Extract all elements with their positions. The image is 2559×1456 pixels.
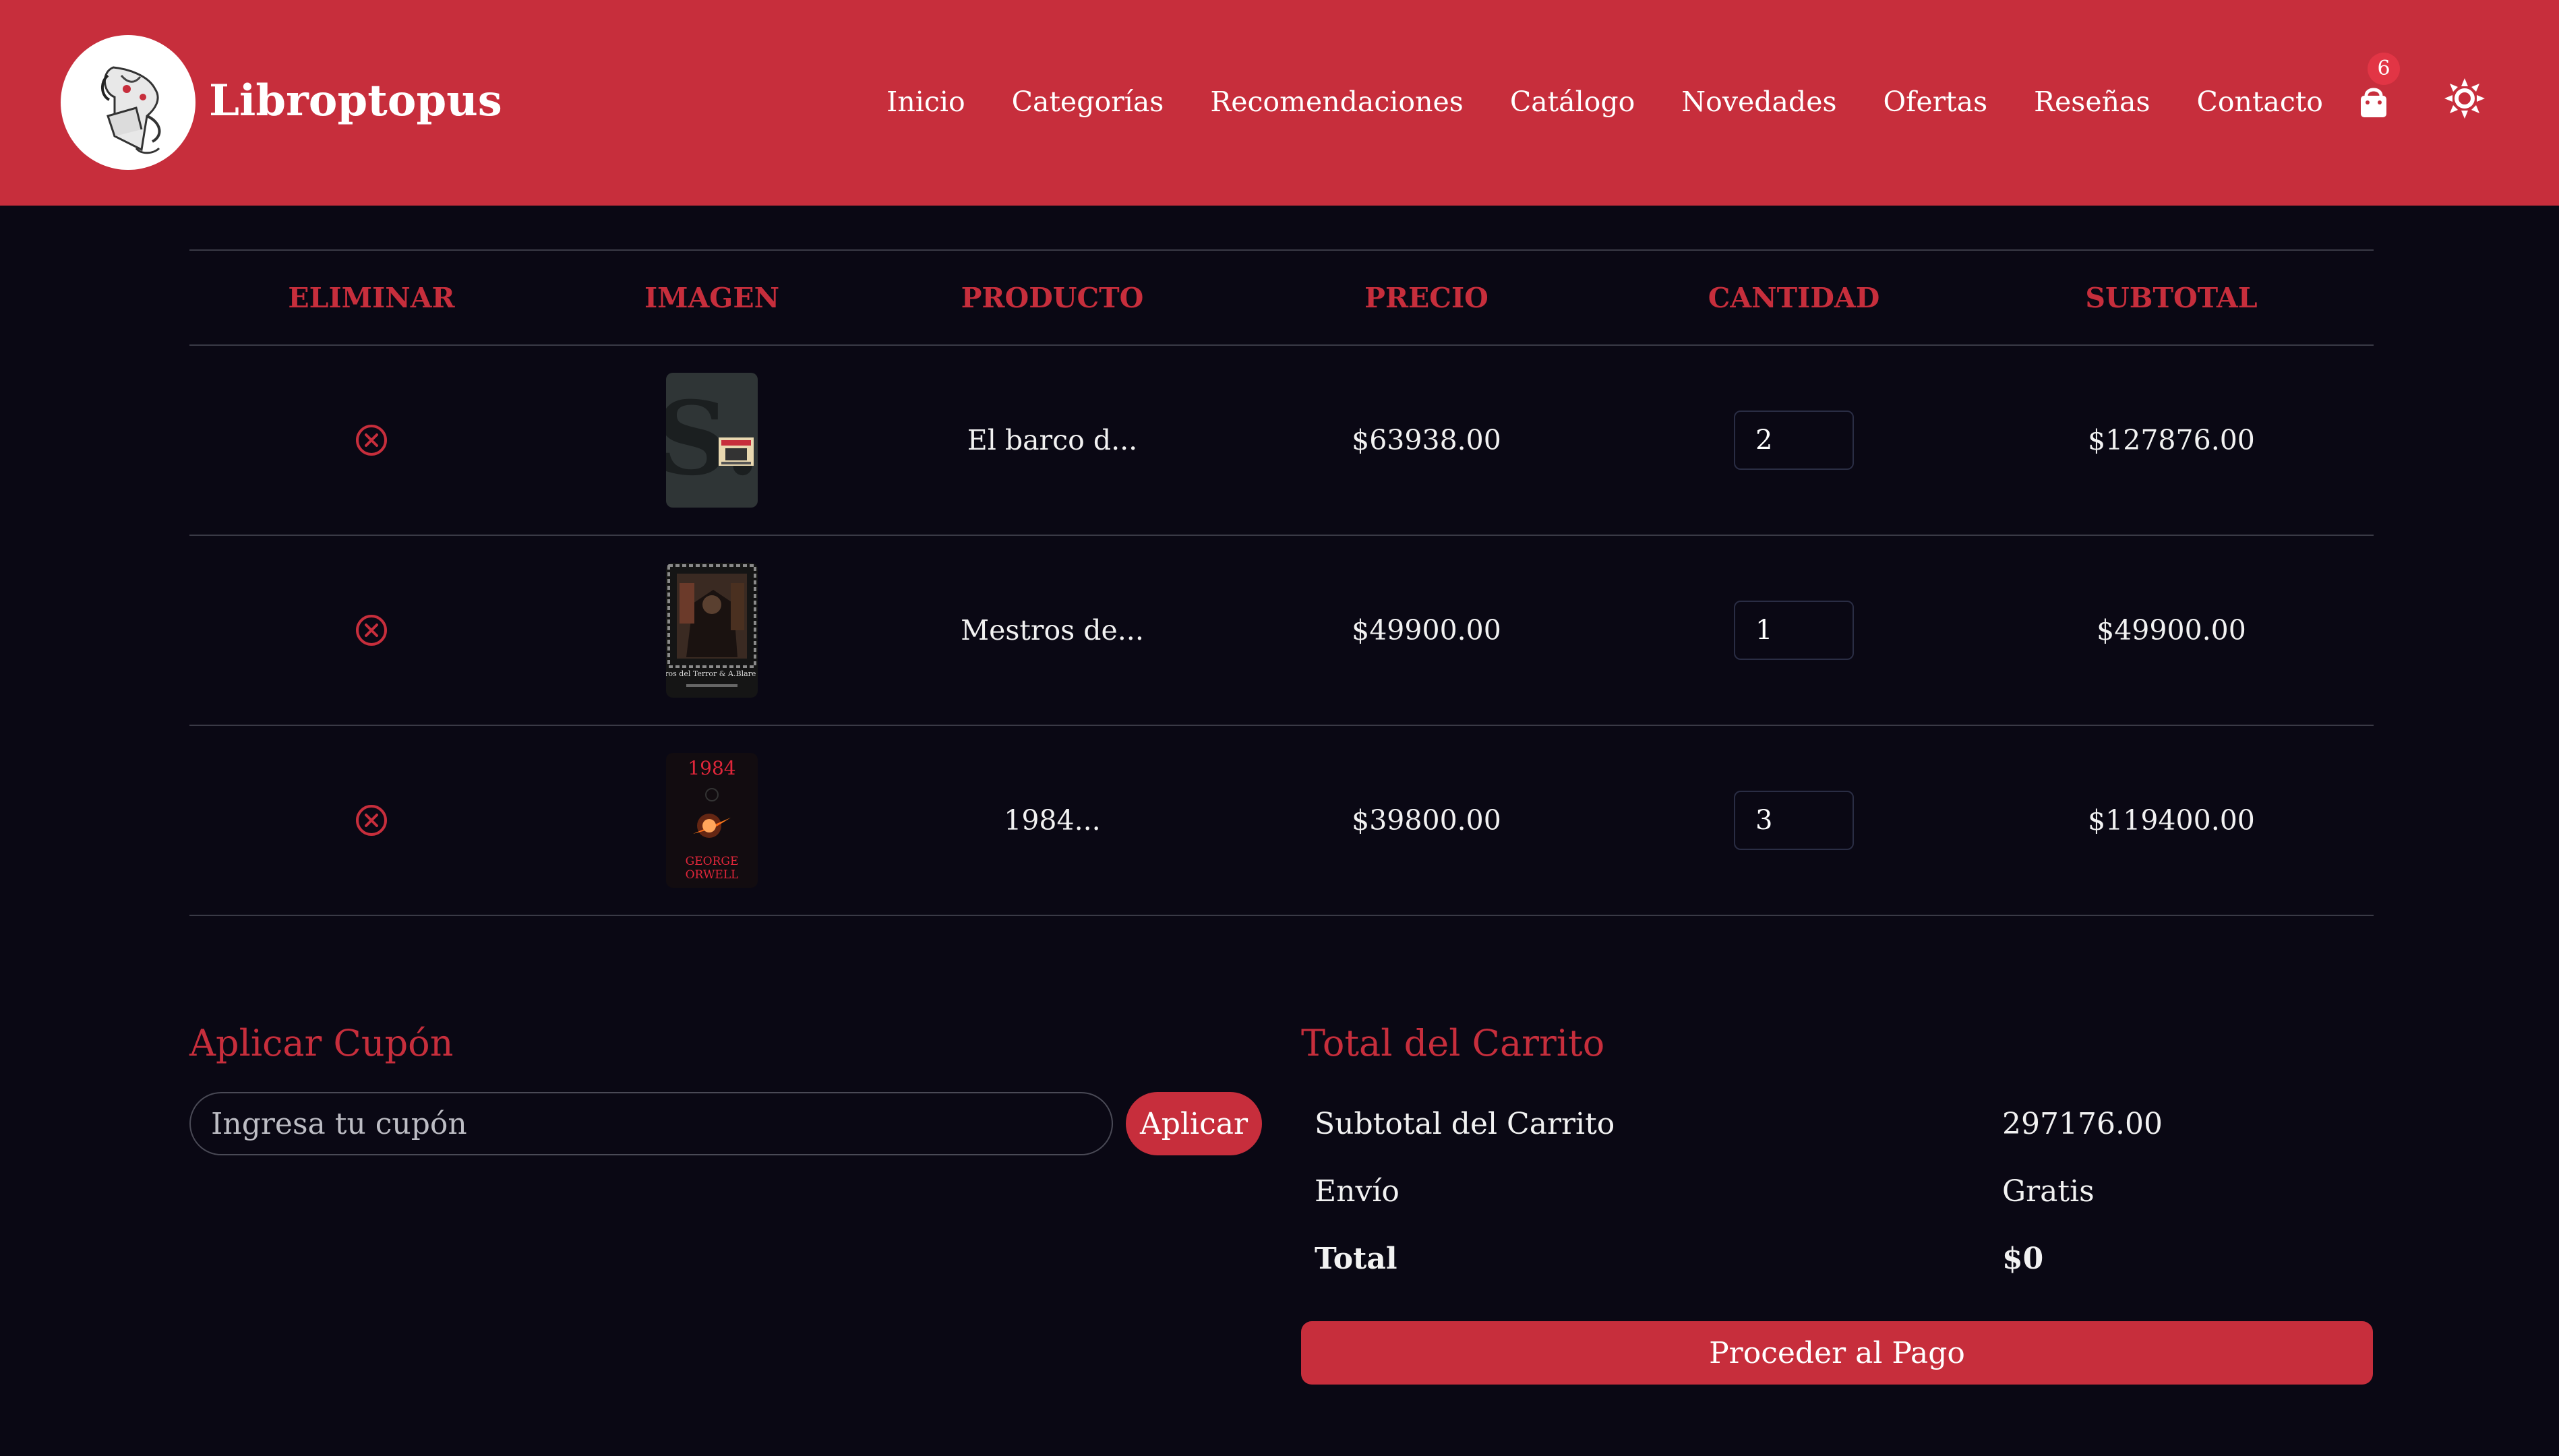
header-subtotal: SUBTOTAL <box>2085 281 2258 314</box>
product-price: $49900.00 <box>1352 614 1501 646</box>
row-subtotal: $119400.00 <box>2088 804 2255 837</box>
coupon-title: Aplicar Cupón <box>189 1022 454 1064</box>
nav-catalogo[interactable]: Catálogo <box>1510 81 1635 123</box>
nav-inicio[interactable]: Inicio <box>886 81 965 123</box>
quantity-input[interactable] <box>1734 791 1854 850</box>
product-name[interactable]: 1984... <box>870 726 1234 915</box>
remove-item-icon[interactable] <box>355 613 388 647</box>
table-row: Maestros del Terror & A.Blare Simon Mest… <box>189 536 2374 726</box>
product-name[interactable]: Mestros de... <box>870 536 1234 725</box>
quantity-input[interactable] <box>1734 601 1854 660</box>
coupon-input[interactable] <box>189 1092 1113 1155</box>
nav-recomendaciones[interactable]: Recomendaciones <box>1210 81 1464 123</box>
header-eliminar: ELIMINAR <box>288 281 455 314</box>
nav-novedades[interactable]: Novedades <box>1681 81 1836 123</box>
header-precio: PRECIO <box>1364 281 1488 314</box>
total-label: Total <box>1315 1242 1397 1276</box>
subtotal-value: 297176.00 <box>2002 1107 2163 1141</box>
apply-coupon-button[interactable]: Aplicar <box>1126 1092 1262 1155</box>
site-header: Libroptopus Inicio Categorías Recomendac… <box>0 0 2559 206</box>
shipping-label: Envío <box>1315 1174 1399 1209</box>
product-price: $63938.00 <box>1352 424 1501 456</box>
cover-author-line2: ORWELL <box>686 868 739 882</box>
product-price: $39800.00 <box>1352 804 1501 837</box>
table-header-row: ELIMINAR IMAGEN PRODUCTO PRECIO CANTIDAD… <box>189 249 2374 346</box>
remove-item-icon[interactable] <box>355 803 388 837</box>
main-nav: Inicio Categorías Recomendaciones Catálo… <box>886 81 2323 123</box>
cart-count-badge: 6 <box>2368 53 2400 85</box>
cart-total-title: Total del Carrito <box>1301 1022 1605 1064</box>
cart-table: ELIMINAR IMAGEN PRODUCTO PRECIO CANTIDAD… <box>189 249 2374 916</box>
book-cover-image: 1984 GEORGE ORWELL <box>666 753 758 888</box>
table-row: 1984 GEORGE ORWELL 1984... $39800.00 $11… <box>189 726 2374 916</box>
cover-caption: Maestros del Terror & A.Blare Simon <box>666 669 758 678</box>
product-name[interactable]: El barco d... <box>870 346 1234 535</box>
checkout-button[interactable]: Proceder al Pago <box>1301 1321 2373 1385</box>
book-cover-image: Maestros del Terror & A.Blare Simon <box>666 563 758 698</box>
table-row: S. El barco d... $63938.00 $127876.00 <box>189 346 2374 536</box>
row-subtotal: $49900.00 <box>2097 614 2246 646</box>
nav-contacto[interactable]: Contacto <box>2196 81 2323 123</box>
subtotal-label: Subtotal del Carrito <box>1315 1107 1615 1141</box>
row-subtotal: $127876.00 <box>2088 424 2255 456</box>
octopus-logo[interactable] <box>61 35 195 170</box>
brand-name[interactable]: Libroptopus <box>209 71 502 131</box>
nav-resenas[interactable]: Reseñas <box>2034 81 2150 123</box>
remove-item-icon[interactable] <box>355 423 388 457</box>
nav-categorias[interactable]: Categorías <box>1012 81 1164 123</box>
cover-title: 1984 <box>688 757 735 779</box>
cover-author-line1: GEORGE <box>686 855 739 868</box>
total-value: $0 <box>2002 1242 2044 1276</box>
header-producto: PRODUCTO <box>961 281 1144 314</box>
quantity-input[interactable] <box>1734 411 1854 470</box>
shipping-value: Gratis <box>2002 1174 2095 1209</box>
nav-ofertas[interactable]: Ofertas <box>1884 81 1988 123</box>
sun-icon[interactable] <box>2443 77 2486 120</box>
header-cantidad: CANTIDAD <box>1708 281 1880 314</box>
book-cover-image: S. <box>666 373 758 508</box>
header-imagen: IMAGEN <box>644 281 780 314</box>
shopping-bag-icon[interactable] <box>2357 81 2390 123</box>
